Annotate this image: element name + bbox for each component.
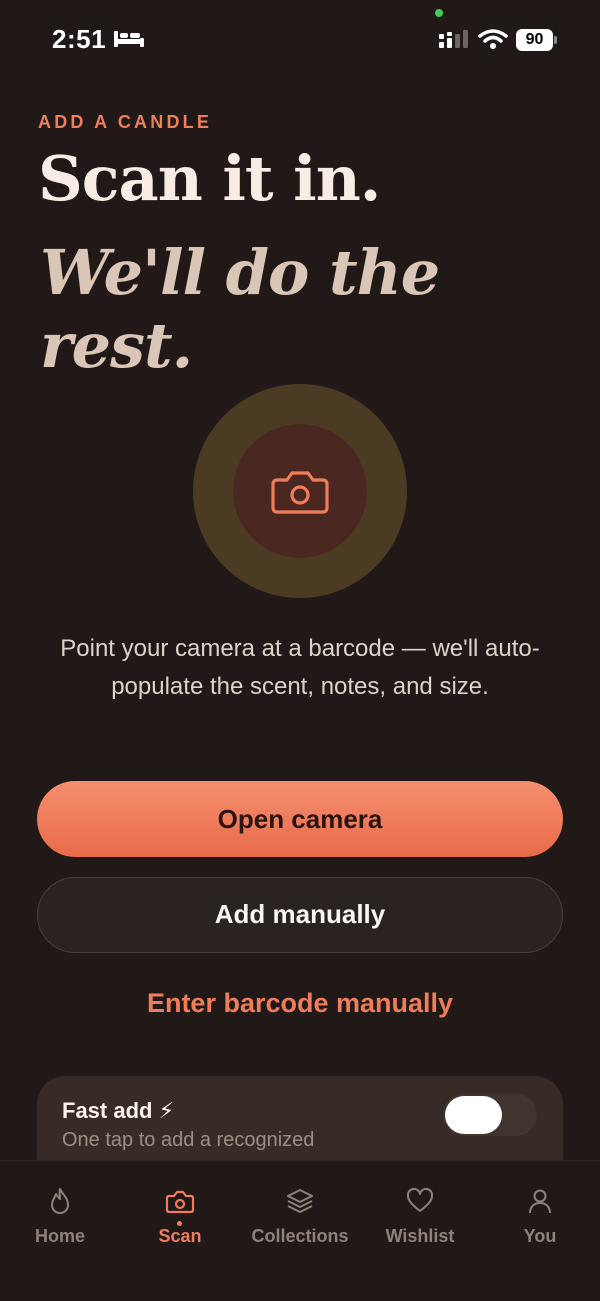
fast-add-toggle[interactable] — [443, 1094, 537, 1136]
open-camera-button[interactable]: Open camera — [37, 781, 563, 857]
tab-home[interactable]: Home — [0, 1181, 120, 1251]
layers-icon — [287, 1189, 313, 1213]
tab-bar: Home Scan Collections Wishlist You — [0, 1160, 600, 1301]
battery-level: 90 — [516, 29, 553, 51]
tab-label: Scan — [158, 1226, 202, 1246]
wifi-icon — [478, 29, 508, 49]
privacy-indicator — [435, 9, 443, 17]
eyebrow-label: ADD A CANDLE — [38, 112, 213, 132]
fast-add-title: Fast add ⚡ — [62, 1098, 175, 1123]
tab-label: Home — [34, 1226, 85, 1246]
active-tab-indicator — [177, 1221, 182, 1226]
status-bar: 2:51 90 — [0, 0, 600, 80]
scan-target-inner — [233, 424, 367, 558]
page-title: Scan it in. — [38, 142, 381, 215]
flame-icon — [51, 1188, 69, 1214]
page-subtitle: We'll do the rest. — [40, 236, 440, 382]
scan-target[interactable] — [193, 384, 407, 598]
tab-collections[interactable]: Collections — [240, 1181, 360, 1251]
bed-icon — [114, 31, 144, 47]
battery-icon: 90 — [516, 29, 558, 51]
tab-you[interactable]: You — [480, 1181, 600, 1251]
enter-barcode-link[interactable]: Enter barcode manually — [0, 988, 600, 1019]
status-time: 2:51 — [52, 24, 107, 54]
fast-add-description: One tap to add a recognized — [62, 1129, 315, 1151]
toggle-knob — [445, 1096, 502, 1134]
heart-icon — [406, 1187, 434, 1212]
tab-wishlist[interactable]: Wishlist — [360, 1181, 480, 1251]
camera-icon — [165, 1190, 195, 1214]
tab-label: Collections — [251, 1226, 349, 1246]
tab-label: You — [523, 1226, 557, 1246]
user-icon — [529, 1189, 551, 1214]
scan-description: Point your camera at a barcode — we'll a… — [60, 635, 540, 700]
tab-scan[interactable]: Scan — [120, 1181, 240, 1251]
camera-icon — [271, 471, 329, 514]
signal-icon — [439, 30, 468, 48]
tab-label: Wishlist — [385, 1226, 455, 1246]
add-manually-button[interactable]: Add manually — [37, 877, 563, 953]
